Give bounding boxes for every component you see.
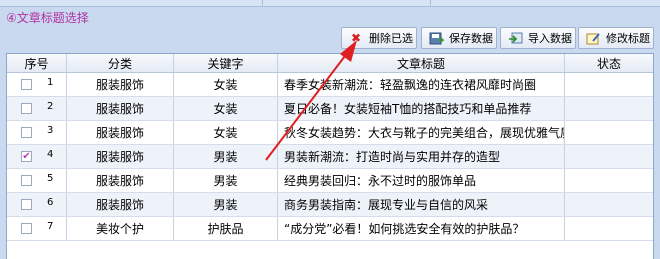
header-status[interactable]: 状态 — [565, 54, 653, 72]
row-index-cell: 1 — [7, 73, 67, 96]
panel-header: ④文章标题选择 — [6, 8, 89, 26]
row-index-cell: 2 — [7, 97, 67, 120]
table-row[interactable]: 1 服装服饰 女装 春季女装新潮流：轻盈飘逸的连衣裙风靡时尚圈 — [7, 73, 653, 97]
row-status — [565, 193, 653, 216]
row-checkbox[interactable] — [21, 199, 32, 210]
row-article-title: 商务男装指南：展现专业与自信的风采 — [278, 193, 565, 216]
delete-selected-label: 删除已选 — [369, 32, 413, 45]
row-category: 服装服饰 — [67, 169, 174, 192]
row-status — [565, 121, 653, 144]
table-row[interactable]: ✔ 4 服装服饰 男装 男装新潮流：打造时尚与实用并存的造型 — [7, 145, 653, 169]
row-article-title: 男装新潮流：打造时尚与实用并存的造型 — [278, 145, 565, 168]
table-row[interactable]: 7 美妆个护 护肤品 “成分党”必看！如何挑选安全有效的护肤品？ — [7, 217, 653, 241]
import-data-label: 导入数据 — [528, 32, 572, 45]
top-strip-divider — [262, 0, 263, 6]
row-article-title: “成分党”必看！如何挑选安全有效的护肤品？ — [278, 217, 565, 240]
edit-note-icon — [585, 31, 601, 45]
table-header: 序号 分类 关键字 文章标题 状态 — [7, 54, 653, 73]
row-number: 5 — [47, 173, 54, 184]
import-data-button[interactable]: 导入数据 — [500, 27, 576, 49]
article-title-panel: ④文章标题选择 ✖ 删除已选 保存数据 导入数据 修改标题 序号 分类 关键字 … — [0, 0, 660, 259]
table-row[interactable]: 2 服装服饰 女装 夏日必备！女装短袖T恤的搭配技巧和单品推荐 — [7, 97, 653, 121]
row-category: 服装服饰 — [67, 73, 174, 96]
row-number: 6 — [47, 197, 54, 208]
panel-title: ④文章标题选择 — [6, 10, 89, 25]
row-category: 服装服饰 — [67, 121, 174, 144]
top-strip-divider — [430, 0, 431, 6]
row-article-title: 夏日必备！女装短袖T恤的搭配技巧和单品推荐 — [278, 97, 565, 120]
row-keyword: 护肤品 — [174, 217, 278, 240]
save-data-button[interactable]: 保存数据 — [421, 27, 497, 49]
row-category: 服装服饰 — [67, 145, 174, 168]
article-table: 序号 分类 关键字 文章标题 状态 1 服装服饰 女装 春季女装新潮流：轻盈飘逸的连衣… — [6, 53, 654, 259]
header-keyword[interactable]: 关键字 — [174, 54, 278, 72]
row-article-title: 春季女装新潮流：轻盈飘逸的连衣裙风靡时尚圈 — [278, 73, 565, 96]
row-status — [565, 169, 653, 192]
import-icon — [507, 31, 523, 45]
row-index-cell: 5 — [7, 169, 67, 192]
row-status — [565, 73, 653, 96]
row-number: 4 — [47, 149, 54, 160]
header-index[interactable]: 序号 — [7, 54, 67, 72]
modify-title-label: 修改标题 — [606, 32, 650, 45]
row-category: 美妆个护 — [67, 217, 174, 240]
row-number: 2 — [47, 101, 54, 112]
row-index-cell: 7 — [7, 217, 67, 240]
row-number: 1 — [47, 77, 54, 88]
table-row[interactable]: 6 服装服饰 男装 商务男装指南：展现专业与自信的风采 — [7, 193, 653, 217]
checkmark-icon: ✔ — [22, 150, 31, 162]
row-keyword: 女装 — [174, 73, 278, 96]
row-status — [565, 97, 653, 120]
row-keyword: 男装 — [174, 193, 278, 216]
row-keyword: 女装 — [174, 121, 278, 144]
row-index-cell: 6 — [7, 193, 67, 216]
row-category: 服装服饰 — [67, 193, 174, 216]
row-article-title: 经典男装回归：永不过时的服饰单品 — [278, 169, 565, 192]
save-data-label: 保存数据 — [449, 32, 493, 45]
delete-x-icon: ✖ — [350, 31, 362, 45]
row-article-title: 秋冬女装趋势：大衣与靴子的完美组合，展现优雅气质 — [278, 121, 565, 144]
row-keyword: 男装 — [174, 169, 278, 192]
row-checkbox[interactable] — [21, 103, 32, 114]
row-checkbox[interactable] — [21, 127, 32, 138]
row-category: 服装服饰 — [67, 97, 174, 120]
row-keyword: 男装 — [174, 145, 278, 168]
top-strip — [0, 0, 660, 7]
row-number: 3 — [47, 125, 54, 136]
row-number: 7 — [47, 221, 54, 232]
header-article-title[interactable]: 文章标题 — [278, 54, 565, 72]
row-status — [565, 145, 653, 168]
table-row[interactable]: 3 服装服饰 女装 秋冬女装趋势：大衣与靴子的完美组合，展现优雅气质 — [7, 121, 653, 145]
row-checkbox[interactable] — [21, 223, 32, 234]
row-keyword: 女装 — [174, 97, 278, 120]
row-index-cell: ✔ 4 — [7, 145, 67, 168]
modify-title-button[interactable]: 修改标题 — [578, 27, 654, 49]
delete-selected-button[interactable]: ✖ 删除已选 — [341, 27, 417, 49]
header-category[interactable]: 分类 — [67, 54, 174, 72]
save-disk-icon — [428, 31, 444, 45]
row-index-cell: 3 — [7, 121, 67, 144]
row-status — [565, 217, 653, 240]
row-checkbox[interactable] — [21, 79, 32, 90]
row-checkbox[interactable] — [21, 175, 32, 186]
table-row[interactable]: 5 服装服饰 男装 经典男装回归：永不过时的服饰单品 — [7, 169, 653, 193]
row-checkbox[interactable]: ✔ — [21, 151, 32, 162]
